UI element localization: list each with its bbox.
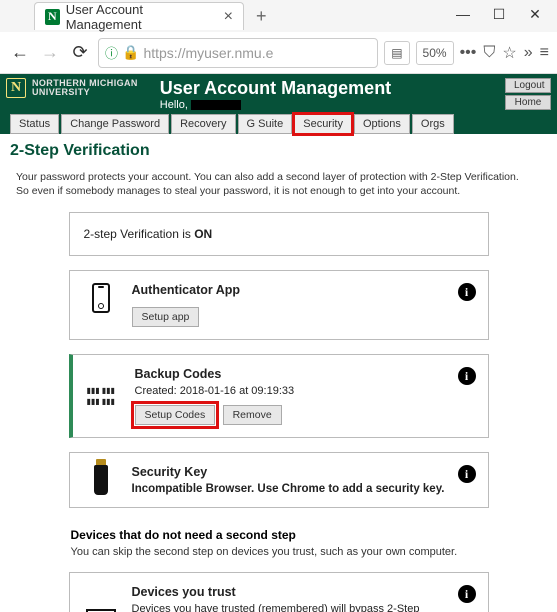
university-logo: N NORTHERN MICHIGAN UNIVERSITY — [6, 78, 138, 98]
tab-gsuite[interactable]: G Suite — [238, 114, 293, 134]
window-close-button[interactable]: ✕ — [517, 0, 553, 28]
trust-desc: Devices you have trusted (remembered) wi… — [132, 603, 474, 612]
new-tab-button[interactable]: + — [250, 6, 273, 27]
security-key-card: Security Key Incompatible Browser. Use C… — [69, 452, 489, 508]
page-tabs: Status Change Password Recovery G Suite … — [0, 114, 557, 134]
browser-tab-bar: N User Account Management × + — ☐ ✕ — [0, 0, 557, 32]
nav-back-button[interactable]: ← — [8, 41, 32, 65]
home-link[interactable]: Home — [505, 95, 551, 110]
browser-tab[interactable]: N User Account Management × — [34, 2, 244, 30]
trust-title: Devices you trust — [132, 585, 474, 599]
bookmark-star-icon[interactable]: ☆ — [502, 43, 516, 63]
devices-section: Devices that do not need a second step Y… — [69, 522, 489, 558]
trusted-devices-card: Devices you trust Devices you have trust… — [69, 572, 489, 612]
info-icon[interactable]: i — [458, 585, 476, 603]
url-input[interactable]: ⓘ 🔒 https://myuser.nmu.e — [98, 38, 378, 68]
address-bar: ← → ⟳ ⓘ 🔒 https://myuser.nmu.e ▤ 50% •••… — [0, 32, 557, 74]
hello-text: Hello, — [160, 99, 503, 111]
backup-title: Backup Codes — [135, 367, 474, 381]
authenticator-card: Authenticator App Setup app i — [69, 270, 489, 340]
logout-link[interactable]: Logout — [505, 78, 551, 93]
nav-forward-button[interactable]: → — [38, 41, 62, 65]
setup-codes-button[interactable]: Setup Codes — [135, 405, 216, 425]
tab-security[interactable]: Security — [294, 114, 352, 134]
url-text: https://myuser.nmu.e — [143, 45, 273, 61]
redacted-name — [191, 100, 241, 110]
tab-change-password[interactable]: Change Password — [61, 114, 169, 134]
devices-heading: Devices that do not need a second step — [71, 528, 487, 542]
zoom-level[interactable]: 50% — [416, 41, 454, 65]
tab-status[interactable]: Status — [10, 114, 59, 134]
phone-icon — [92, 283, 110, 313]
pocket-icon[interactable]: ⛉ — [483, 44, 495, 62]
window-minimize-button[interactable]: — — [445, 0, 481, 28]
security-key-msg: Incompatible Browser. Use Chrome to add … — [132, 483, 474, 495]
tab-options[interactable]: Options — [354, 114, 410, 134]
reader-view-button[interactable]: ▤ — [384, 41, 409, 65]
intro-text: Your password protects your account. You… — [10, 170, 547, 212]
status-text: 2-step Verification is ON — [84, 227, 213, 241]
backup-created: Created: 2018-01-16 at 09:19:33 — [135, 385, 474, 397]
page-title: 2-Step Verification — [10, 140, 547, 170]
security-key-title: Security Key — [132, 465, 474, 479]
info-icon[interactable]: i — [458, 367, 476, 385]
lock-icon: 🔒 — [122, 44, 139, 61]
site-info-icon[interactable]: ⓘ — [105, 43, 118, 62]
favicon: N — [45, 9, 60, 25]
backup-codes-card: ▮▮▮▮▮▮ ▮▮▮▮▮▮ Backup Codes Created: 2018… — [69, 354, 489, 438]
nav-reload-button[interactable]: ⟳ — [68, 41, 92, 65]
tab-close-icon[interactable]: × — [224, 8, 233, 26]
hamburger-menu-icon[interactable]: ≡ — [540, 44, 549, 62]
usb-key-icon — [94, 465, 108, 495]
devices-desc: You can skip the second step on devices … — [71, 546, 487, 558]
tab-title: User Account Management — [66, 2, 210, 32]
tab-recovery[interactable]: Recovery — [171, 114, 235, 134]
setup-app-button[interactable]: Setup app — [132, 307, 200, 327]
barcode-icon: ▮▮▮▮▮▮ ▮▮▮▮▮▮ — [87, 367, 121, 425]
window-maximize-button[interactable]: ☐ — [481, 0, 517, 28]
authenticator-title: Authenticator App — [132, 283, 474, 297]
info-icon[interactable]: i — [458, 283, 476, 301]
status-card: 2-step Verification is ON — [69, 212, 489, 256]
info-icon[interactable]: i — [458, 465, 476, 483]
overflow-icon[interactable]: » — [524, 44, 533, 62]
university-name-line2: UNIVERSITY — [32, 88, 138, 97]
app-title: User Account Management — [160, 78, 503, 99]
tab-orgs[interactable]: Orgs — [412, 114, 454, 134]
remove-codes-button[interactable]: Remove — [223, 405, 282, 425]
more-actions-icon[interactable]: ••• — [460, 44, 477, 62]
